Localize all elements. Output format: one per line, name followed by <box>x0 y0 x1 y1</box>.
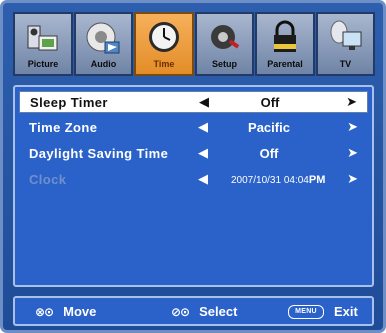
tv-satellite-icon <box>318 18 374 56</box>
tab-label: Picture <box>27 59 59 69</box>
left-arrow-icon: ◀ <box>198 171 208 186</box>
tab-parental[interactable]: Parental <box>255 12 315 76</box>
daylight-saving-row[interactable]: Daylight Saving Time ◀ Off ➤ <box>19 143 368 165</box>
tab-setup[interactable]: Setup <box>194 12 255 76</box>
tab-label: Setup <box>211 59 237 69</box>
sleep-timer-row[interactable]: Sleep Timer ◀ Off ➤ <box>19 91 368 113</box>
clock-icon <box>136 18 192 56</box>
left-arrow-icon[interactable]: ◀ <box>199 94 209 110</box>
left-right-arrows-icon: ⊘⊙ <box>171 304 190 319</box>
select-label: Select <box>199 304 238 319</box>
time-zone-label: Time Zone <box>29 120 98 135</box>
clock-date-time: 2007/10/31 04:04 <box>231 175 309 186</box>
tab-time[interactable]: Time <box>134 12 194 76</box>
time-zone-row[interactable]: Time Zone ◀ Pacific ➤ <box>19 117 368 139</box>
right-arrow-icon[interactable]: ➤ <box>347 119 358 135</box>
select-hint: ⊘⊙ Select <box>171 304 237 319</box>
right-arrow-icon: ➤ <box>347 171 358 186</box>
tab-label: TV <box>339 59 352 69</box>
clock-label: Clock <box>29 172 67 187</box>
exit-label: Exit <box>334 304 358 319</box>
right-arrow-icon[interactable]: ➤ <box>347 145 358 161</box>
sleep-timer-value: Off <box>260 95 280 110</box>
lock-icon <box>257 18 313 56</box>
help-footer: ⊗⊙ Move ⊘⊙ Select MENU Exit <box>13 296 374 326</box>
left-arrow-icon[interactable]: ◀ <box>198 145 208 161</box>
exit-hint: MENU Exit <box>288 304 358 319</box>
time-settings-panel: Sleep Timer ◀ Off ➤ Time Zone ◀ Pacific … <box>13 85 374 287</box>
menu-tab-bar: Picture Audio Time Setup Parental TV <box>13 12 376 76</box>
tab-tv[interactable]: TV <box>315 12 376 76</box>
osd-menu-frame: Picture Audio Time Setup Parental TV Sle… <box>0 0 386 333</box>
up-down-arrows-icon: ⊗⊙ <box>35 304 54 319</box>
move-label: Move <box>63 304 97 319</box>
left-arrow-icon[interactable]: ◀ <box>198 119 208 135</box>
setup-gear-icon <box>197 18 253 56</box>
audio-icon <box>76 18 132 56</box>
menu-key-icon: MENU <box>288 304 324 319</box>
clock-row: Clock ◀ 2007/10/31 04:04PM ➤ <box>19 169 368 191</box>
sleep-timer-label: Sleep Timer <box>30 95 108 110</box>
daylight-saving-value: Off <box>259 146 279 161</box>
move-hint: ⊗⊙ Move <box>35 304 96 319</box>
clock-am-pm: PM <box>308 174 326 186</box>
tab-label: Time <box>153 59 175 69</box>
picture-icon <box>15 18 71 56</box>
tab-picture[interactable]: Picture <box>13 12 73 76</box>
time-zone-value: Pacific <box>248 120 290 135</box>
right-arrow-icon[interactable]: ➤ <box>346 94 357 110</box>
tab-audio[interactable]: Audio <box>73 12 134 76</box>
tab-label: Parental <box>267 59 303 69</box>
tab-label: Audio <box>90 59 117 69</box>
clock-value: 2007/10/31 04:04PM <box>231 174 361 186</box>
daylight-saving-label: Daylight Saving Time <box>29 146 169 161</box>
